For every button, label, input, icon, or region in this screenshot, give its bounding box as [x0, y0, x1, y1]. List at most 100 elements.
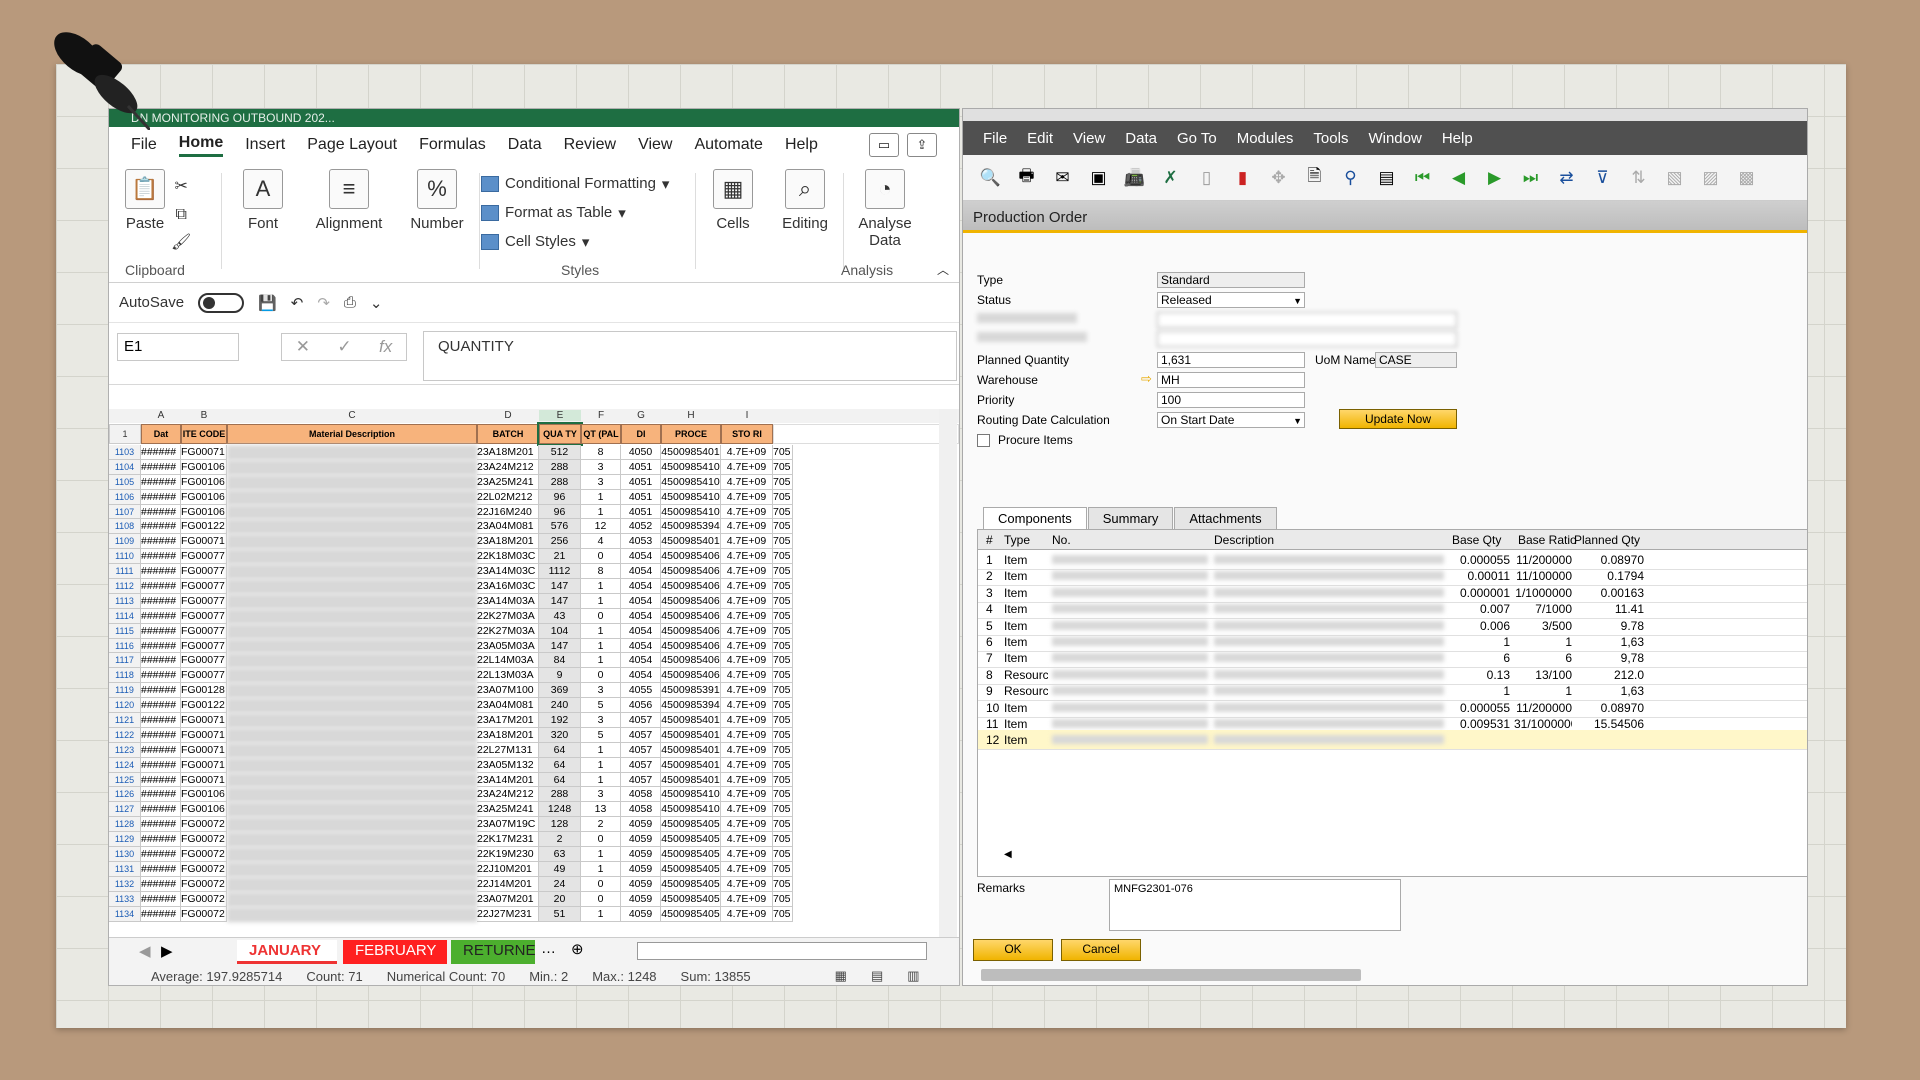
table-cell[interactable]: ###### [141, 623, 181, 639]
component-cell[interactable]: 8 [986, 668, 1002, 682]
refresh-icon[interactable]: ⇄ [1553, 164, 1580, 191]
column-header[interactable]: D [477, 410, 539, 421]
table-cell[interactable]: ###### [141, 459, 181, 475]
material-description-cell[interactable] [227, 713, 477, 728]
component-cell[interactable]: 0.000055 [1450, 701, 1510, 715]
table-row[interactable]: 1104 ###### FG00106 23A24M212 288 3 4051 450098… [109, 459, 959, 475]
material-description-cell[interactable] [227, 489, 477, 505]
table-cell[interactable]: 4050 [621, 445, 661, 460]
format-as-table-button[interactable]: Format as Table ▾ [481, 198, 669, 227]
table-cell[interactable]: 369 [539, 683, 581, 699]
table-cell[interactable]: 0 [581, 832, 621, 848]
table-cell[interactable]: 4.7E+09 [721, 638, 773, 654]
material-description-cell[interactable] [227, 579, 477, 594]
table-cell[interactable]: 1 [581, 489, 621, 505]
table-cell[interactable]: 3 [581, 474, 621, 490]
table-cell[interactable]: 1116 [109, 638, 141, 654]
table-cell[interactable]: 4.7E+09 [721, 861, 773, 877]
material-description-cell[interactable] [227, 623, 477, 639]
column-header[interactable]: H [661, 410, 721, 421]
component-cell[interactable]: 9.78 [1574, 619, 1644, 633]
table-cell[interactable]: FG00072 [181, 906, 227, 922]
material-description-cell[interactable] [227, 668, 477, 684]
table-cell[interactable]: 23A18M201 [477, 727, 539, 743]
table-row[interactable]: 1124 ###### FG00071 23A05M132 64 1 4057 4500985… [109, 757, 959, 773]
table-cell[interactable]: 4.7E+09 [721, 534, 773, 550]
material-description-cell[interactable] [227, 534, 477, 550]
table-cell[interactable]: ###### [141, 638, 181, 654]
material-description-cell[interactable] [227, 891, 477, 907]
sheet-tab-february[interactable]: FEBRUARY [343, 940, 447, 964]
component-cell[interactable]: Item [1004, 586, 1048, 600]
table-cell[interactable]: 4500985410 [661, 802, 721, 818]
table-cell[interactable]: 4500985406 [661, 668, 721, 684]
table-cell[interactable]: 4500985405 [661, 832, 721, 848]
table-cell[interactable]: 705 [773, 474, 793, 490]
settings-icon[interactable]: ▩ [1733, 164, 1760, 191]
table-cell[interactable]: 22L27M131 [477, 742, 539, 758]
blurred-cell[interactable] [1214, 686, 1444, 696]
table-cell[interactable]: ###### [141, 564, 181, 580]
table-cell[interactable]: 705 [773, 534, 793, 550]
table-cell[interactable]: 1 [581, 579, 621, 594]
table-cell[interactable]: FG00106 [181, 787, 227, 803]
table-row[interactable]: 1128 ###### FG00072 23A07M19C 128 2 4059 450098… [109, 817, 959, 833]
table-cell[interactable]: 1131 [109, 861, 141, 877]
column-header[interactable]: A [141, 410, 181, 421]
table-cell[interactable]: 1134 [109, 906, 141, 922]
column-header[interactable]: F [581, 410, 621, 421]
table-cell[interactable]: FG00071 [181, 757, 227, 773]
table-cell[interactable]: 147 [539, 638, 581, 654]
table-cell[interactable]: 705 [773, 802, 793, 818]
table-cell[interactable]: 705 [773, 564, 793, 580]
table-cell[interactable]: FG00106 [181, 504, 227, 520]
table-cell[interactable]: 1103 [109, 445, 141, 460]
component-cell[interactable]: 1 [1514, 635, 1572, 649]
table-cell[interactable]: 23A25M241 [477, 474, 539, 490]
format-painter-icon[interactable]: 🖌 [171, 229, 191, 257]
table-cell[interactable]: FG00077 [181, 564, 227, 580]
ok-button[interactable]: OK [973, 939, 1053, 961]
table-cell[interactable]: FG00077 [181, 608, 227, 624]
table-cell[interactable]: ###### [141, 445, 181, 460]
table-cell[interactable]: 1115 [109, 623, 141, 639]
table-cell[interactable]: 4.7E+09 [721, 623, 773, 639]
table-cell[interactable]: 2 [539, 832, 581, 848]
table-cell[interactable]: 705 [773, 623, 793, 639]
blurred-cell[interactable] [1052, 653, 1208, 663]
vertical-scrollbar[interactable] [939, 409, 957, 937]
table-cell[interactable]: ###### [141, 876, 181, 892]
autosave-toggle[interactable] [198, 292, 245, 313]
table-row[interactable]: 1132 ###### FG00072 22J14M201 24 0 4059 4500985… [109, 876, 959, 892]
worksheet-grid[interactable]: A B C D E F G H I 1 Dat ITE CODE Materia… [109, 409, 959, 939]
component-cell[interactable]: 0.08970 [1574, 553, 1644, 567]
first-record-icon[interactable]: ⏮ [1409, 164, 1436, 191]
table-cell[interactable]: 1119 [109, 683, 141, 699]
component-cell[interactable]: 0.00163 [1574, 586, 1644, 600]
table-cell[interactable]: 1133 [109, 891, 141, 907]
material-description-cell[interactable] [227, 742, 477, 758]
table-cell[interactable]: 4.7E+09 [721, 876, 773, 892]
last-record-icon[interactable]: ⏭ [1517, 164, 1544, 191]
header-cell[interactable]: PROCE ORDEL [661, 424, 721, 444]
table-cell[interactable]: 1114 [109, 608, 141, 624]
table-cell[interactable]: 5 [581, 698, 621, 714]
blurred-cell[interactable] [1214, 587, 1444, 597]
table-cell[interactable]: 4500985405 [661, 817, 721, 833]
paste-button[interactable]: 📋 Paste [121, 169, 169, 232]
header-cell[interactable]: DI [621, 424, 661, 444]
component-cell[interactable]: 13/100 [1514, 668, 1572, 682]
table-cell[interactable]: 4.7E+09 [721, 579, 773, 594]
component-cell[interactable]: Item [1004, 553, 1048, 567]
table-row[interactable]: 1127 ###### FG00106 23A25M241 1248 13 4058 4500… [109, 802, 959, 818]
table-cell[interactable]: 1123 [109, 742, 141, 758]
export-excel-icon[interactable]: ✗ [1157, 164, 1184, 191]
find-icon[interactable]: ⚲ [1337, 164, 1364, 191]
lock-screen-icon[interactable]: 🗎 [1301, 164, 1328, 191]
table-cell[interactable]: 1127 [109, 802, 141, 818]
table-cell[interactable]: 4.7E+09 [721, 549, 773, 565]
header-cell[interactable]: Material Description [227, 424, 477, 444]
table-cell[interactable]: 1 [581, 742, 621, 758]
material-description-cell[interactable] [227, 459, 477, 475]
component-cell[interactable]: 0.13 [1450, 668, 1510, 682]
